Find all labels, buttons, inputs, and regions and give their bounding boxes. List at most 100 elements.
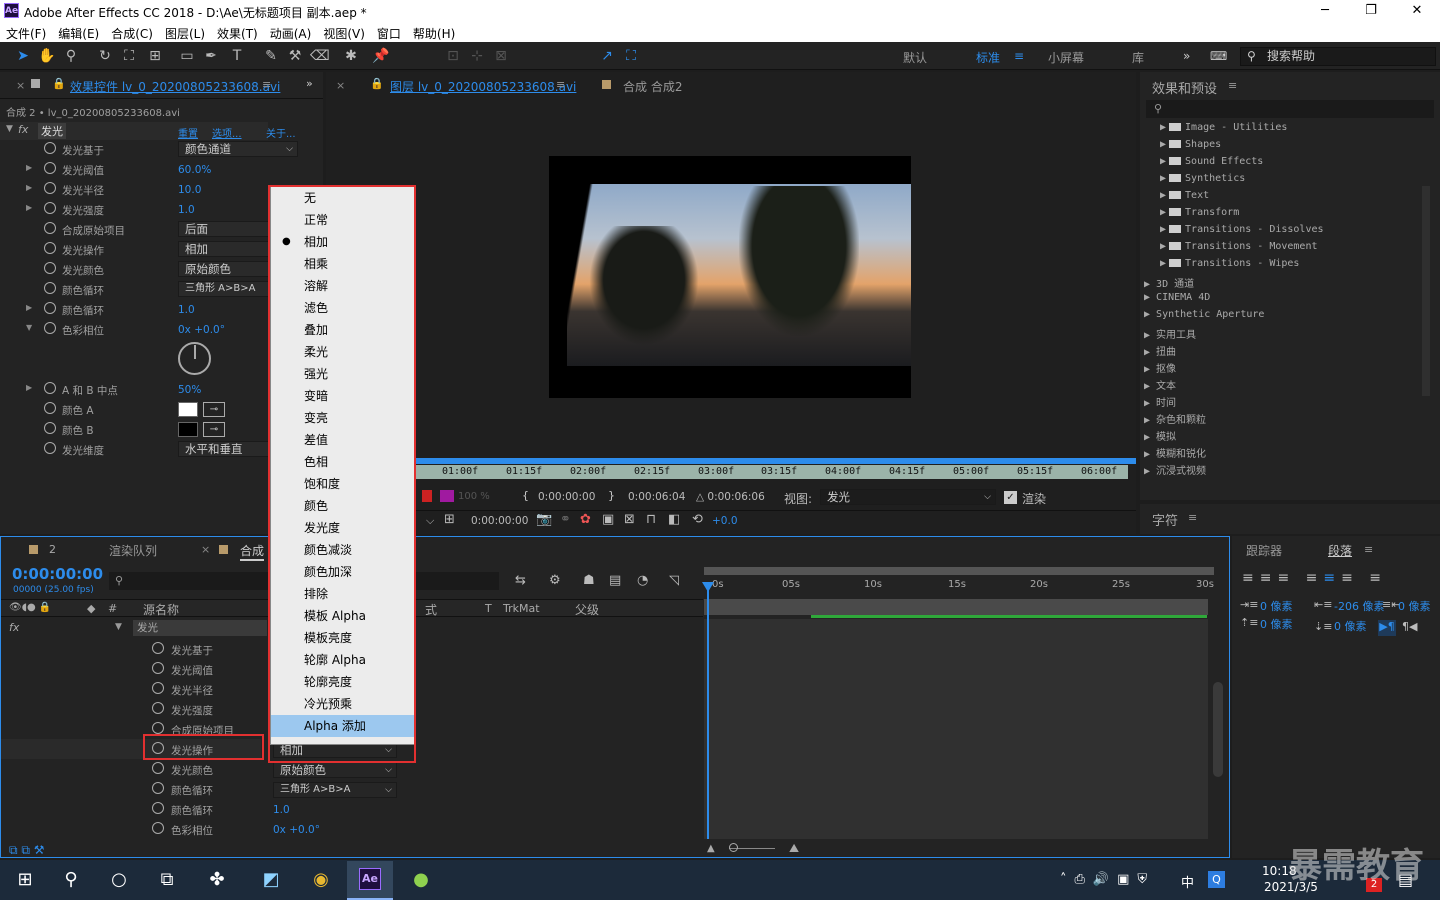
guides-icon[interactable]: ⊓ [646, 512, 656, 527]
lock-icon[interactable]: 🔒 [370, 77, 384, 90]
color-looping-dropdown[interactable]: 三角形 A>B>A [178, 281, 270, 297]
maximize-button[interactable]: ❐ [1348, 0, 1394, 22]
scrollbar[interactable] [1422, 186, 1430, 396]
graph-area[interactable] [704, 619, 1208, 839]
region-of-interest-icon[interactable]: ⊠ [624, 512, 635, 527]
tree-folder[interactable]: ▶ Image - Utilities [1160, 122, 1324, 139]
rtl-direction-icon[interactable]: ¶◀ [1402, 620, 1417, 633]
tree-folder[interactable]: ▶ Transitions - Wipes [1160, 258, 1324, 275]
time-navigator[interactable] [704, 567, 1214, 575]
expand-arrow-icon[interactable]: ▶ [26, 383, 32, 392]
current-time-display[interactable]: 0:00:00:00 [12, 565, 103, 583]
task-view-icon[interactable]: ⧉ [154, 868, 180, 892]
type-tool-icon[interactable]: T [228, 47, 246, 65]
graph-editor-icon[interactable]: ◹ [669, 573, 679, 588]
zoom-out-icon[interactable]: ▲ [707, 843, 715, 854]
workspace-standard[interactable]: 标准 [976, 49, 1000, 66]
more-workspaces-icon[interactable]: » [1183, 49, 1190, 63]
view-axis-icon[interactable]: ⊠ [492, 47, 510, 65]
selection-tool-icon[interactable]: ➤ [14, 47, 32, 65]
zoom-in-icon[interactable]: ⛰ [789, 841, 799, 856]
tab-effect-controls[interactable]: 效果控件 lv_0_20200805233608.avi [70, 78, 280, 95]
menu-window[interactable]: 窗口 [371, 22, 407, 42]
expand-arrow-icon[interactable]: ▶ [26, 203, 32, 212]
channels-icon[interactable]: ✿ [580, 512, 591, 527]
stopwatch-icon[interactable] [44, 422, 56, 434]
zoom-tool-icon[interactable]: ⚲ [62, 47, 80, 65]
puppet-pin-tool-icon[interactable]: 📌 [372, 47, 390, 65]
tree-category[interactable]: ▶ 模糊和锐化 [1144, 445, 1264, 462]
menu-help[interactable]: 帮助(H) [407, 22, 461, 42]
app-ball-icon[interactable]: ● [408, 868, 434, 892]
motion-blur-icon[interactable]: ◔ [637, 573, 648, 588]
tree-category[interactable]: ▶ 沉浸式视频 [1144, 462, 1264, 479]
panel-menu-icon[interactable]: ≡ [1228, 79, 1237, 92]
video-frame[interactable] [549, 156, 911, 398]
stopwatch-icon[interactable] [152, 702, 164, 714]
draft-3d-icon[interactable]: ⚙ [549, 573, 561, 588]
zoom-slider-knob[interactable] [729, 843, 738, 852]
workspace-library[interactable]: 库 [1132, 49, 1144, 66]
indent-first-value[interactable]: -206 像素 [1334, 598, 1384, 614]
in-timecode[interactable]: 0:00:00:00 [538, 491, 595, 503]
glow-radius-value[interactable]: 10.0 [178, 184, 201, 196]
work-area-bar[interactable] [326, 458, 1136, 464]
menu-view[interactable]: 视图(V) [317, 22, 371, 42]
tab-tracker[interactable]: 跟踪器 [1246, 542, 1282, 559]
close-panel-icon[interactable]: × [201, 543, 210, 556]
expand-arrow-icon[interactable]: ▶ [26, 163, 32, 172]
menu-layer[interactable]: 图层(L) [159, 22, 211, 42]
stopwatch-icon[interactable] [44, 382, 56, 394]
color-phase-value[interactable]: 0x +0.0° [178, 324, 225, 336]
stopwatch-icon[interactable] [152, 662, 164, 674]
ab-midpoint-value[interactable]: 50% [178, 384, 201, 396]
comp-mini-flowchart-icon[interactable]: ⇆ [515, 573, 526, 588]
color-a-swatch[interactable] [178, 402, 198, 417]
stopwatch-icon[interactable] [152, 722, 164, 734]
search-help-input[interactable]: ⚲ 搜索帮助 [1240, 47, 1436, 66]
pen-tool-icon[interactable]: ✒ [202, 47, 220, 65]
stopwatch-icon[interactable] [152, 822, 164, 834]
tab-composition[interactable]: 合成 合成2 [623, 78, 682, 95]
stopwatch-icon[interactable] [44, 182, 56, 194]
ime-indicator[interactable]: 中 [1181, 872, 1194, 891]
eyedropper-icon[interactable]: ⊸ [203, 402, 225, 417]
view-dropdown[interactable]: 发光 ⌵ [820, 489, 996, 505]
glow-dimensions-dropdown[interactable]: 水平和垂直 [178, 441, 270, 457]
comp-switches-icon[interactable]: ⧉ ⧉ ⚒ [9, 843, 45, 858]
about-button[interactable]: 关于... [266, 125, 296, 140]
stopwatch-icon[interactable] [44, 402, 56, 414]
stopwatch-icon[interactable] [152, 782, 164, 794]
snapshot-icon[interactable]: 📷 [536, 512, 552, 527]
expand-arrow-icon[interactable]: ▶ [26, 303, 32, 312]
tree-folder[interactable]: ▶ Transitions - Dissolves [1160, 224, 1324, 241]
color-phase-timeline-value[interactable]: 0x +0.0° [273, 824, 320, 836]
tree-folder[interactable]: ▶ Text [1160, 190, 1324, 207]
camera-tool-icon[interactable]: ⛶ [120, 47, 138, 65]
close-button[interactable]: ✕ [1394, 0, 1440, 22]
fast-preview-icon[interactable]: ◧ [668, 512, 680, 527]
local-axis-icon[interactable]: ⊡ [444, 47, 462, 65]
color-label-icon[interactable] [440, 490, 454, 502]
menu-effect[interactable]: 效果(T) [211, 22, 264, 42]
hand-tool-icon[interactable]: ✋ [38, 47, 56, 65]
color-b-swatch[interactable] [178, 422, 198, 437]
in-point-icon[interactable]: { [522, 489, 529, 502]
effects-search-input[interactable]: ⚲ [1146, 100, 1434, 118]
stopwatch-icon[interactable] [44, 282, 56, 294]
clone-stamp-tool-icon[interactable]: ⚒ [286, 47, 304, 65]
color-loops-timeline-value[interactable]: 1.0 [273, 804, 290, 816]
tree-folder[interactable]: ▶ Transform [1160, 207, 1324, 224]
layer-row[interactable]: fx ▼ 发光 [1, 619, 269, 637]
indent-right-value[interactable]: 0 像素 [1398, 598, 1431, 614]
tree-folder[interactable]: ▶ Transitions - Movement [1160, 241, 1324, 258]
stopwatch-icon[interactable] [44, 222, 56, 234]
expand-arrow-icon[interactable]: ▶ [26, 183, 32, 192]
options-button[interactable]: 选项... [212, 125, 242, 140]
tree-category[interactable]: ▶ 时间 [1144, 394, 1264, 411]
color-loops-value[interactable]: 1.0 [178, 304, 195, 316]
show-snapshot-icon[interactable]: ⚭ [560, 512, 571, 527]
tree-folder[interactable]: ▶ Sound Effects [1160, 156, 1324, 173]
stopwatch-icon[interactable] [152, 682, 164, 694]
indent-left-value[interactable]: 0 像素 [1260, 598, 1293, 614]
